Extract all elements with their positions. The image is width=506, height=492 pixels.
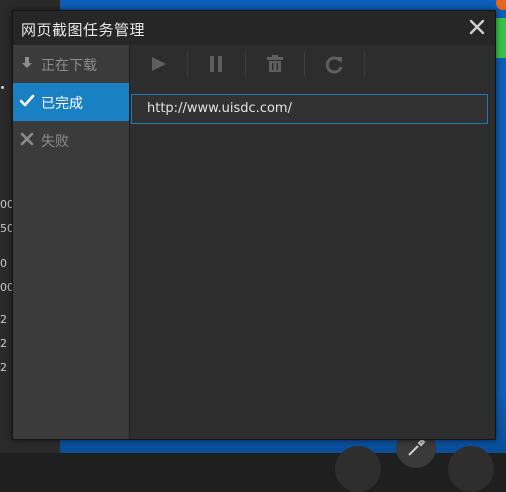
toolbar-separator	[304, 51, 305, 77]
refresh-icon	[325, 56, 343, 74]
sidebar-item-label: 失败	[41, 134, 69, 150]
sidebar-item-failed[interactable]: 失败	[13, 121, 129, 159]
toolbar	[130, 45, 495, 83]
trash-icon	[267, 55, 283, 72]
task-row[interactable]: http://www.uisdc.com/	[131, 94, 488, 124]
dialog-title: 网页截图任务管理	[21, 21, 146, 39]
sidebar-item-label: 正在下载	[41, 58, 97, 74]
toolbar-separator	[187, 51, 188, 77]
start-button[interactable]	[139, 51, 179, 77]
toolbar-separator	[364, 51, 365, 77]
sidebar-item-downloading[interactable]: 正在下载	[13, 45, 129, 83]
close-icon	[469, 19, 485, 35]
titlebar[interactable]: 网页截图任务管理	[13, 11, 495, 45]
task-panel: http://www.uisdc.com/	[130, 45, 495, 439]
sidebar-item-completed[interactable]: 已完成	[13, 83, 129, 121]
toolbar-separator	[245, 51, 246, 77]
check-icon	[19, 94, 35, 107]
sidebar-item-label: 已完成	[41, 96, 83, 112]
bullet-dot	[1, 86, 4, 89]
task-manager-dialog: 网页截图任务管理 正在下载 已完成 失败 http://www.uisdc.co…	[12, 10, 496, 440]
download-icon	[22, 57, 32, 68]
pause-icon	[210, 56, 222, 72]
retry-button[interactable]	[314, 51, 354, 77]
play-icon	[152, 57, 166, 71]
task-url: http://www.uisdc.com/	[147, 101, 292, 116]
pause-button[interactable]	[196, 51, 236, 77]
sidebar: 正在下载 已完成 失败	[13, 45, 130, 439]
x-icon	[20, 132, 34, 146]
close-button[interactable]	[467, 17, 487, 37]
delete-button[interactable]	[255, 51, 295, 77]
